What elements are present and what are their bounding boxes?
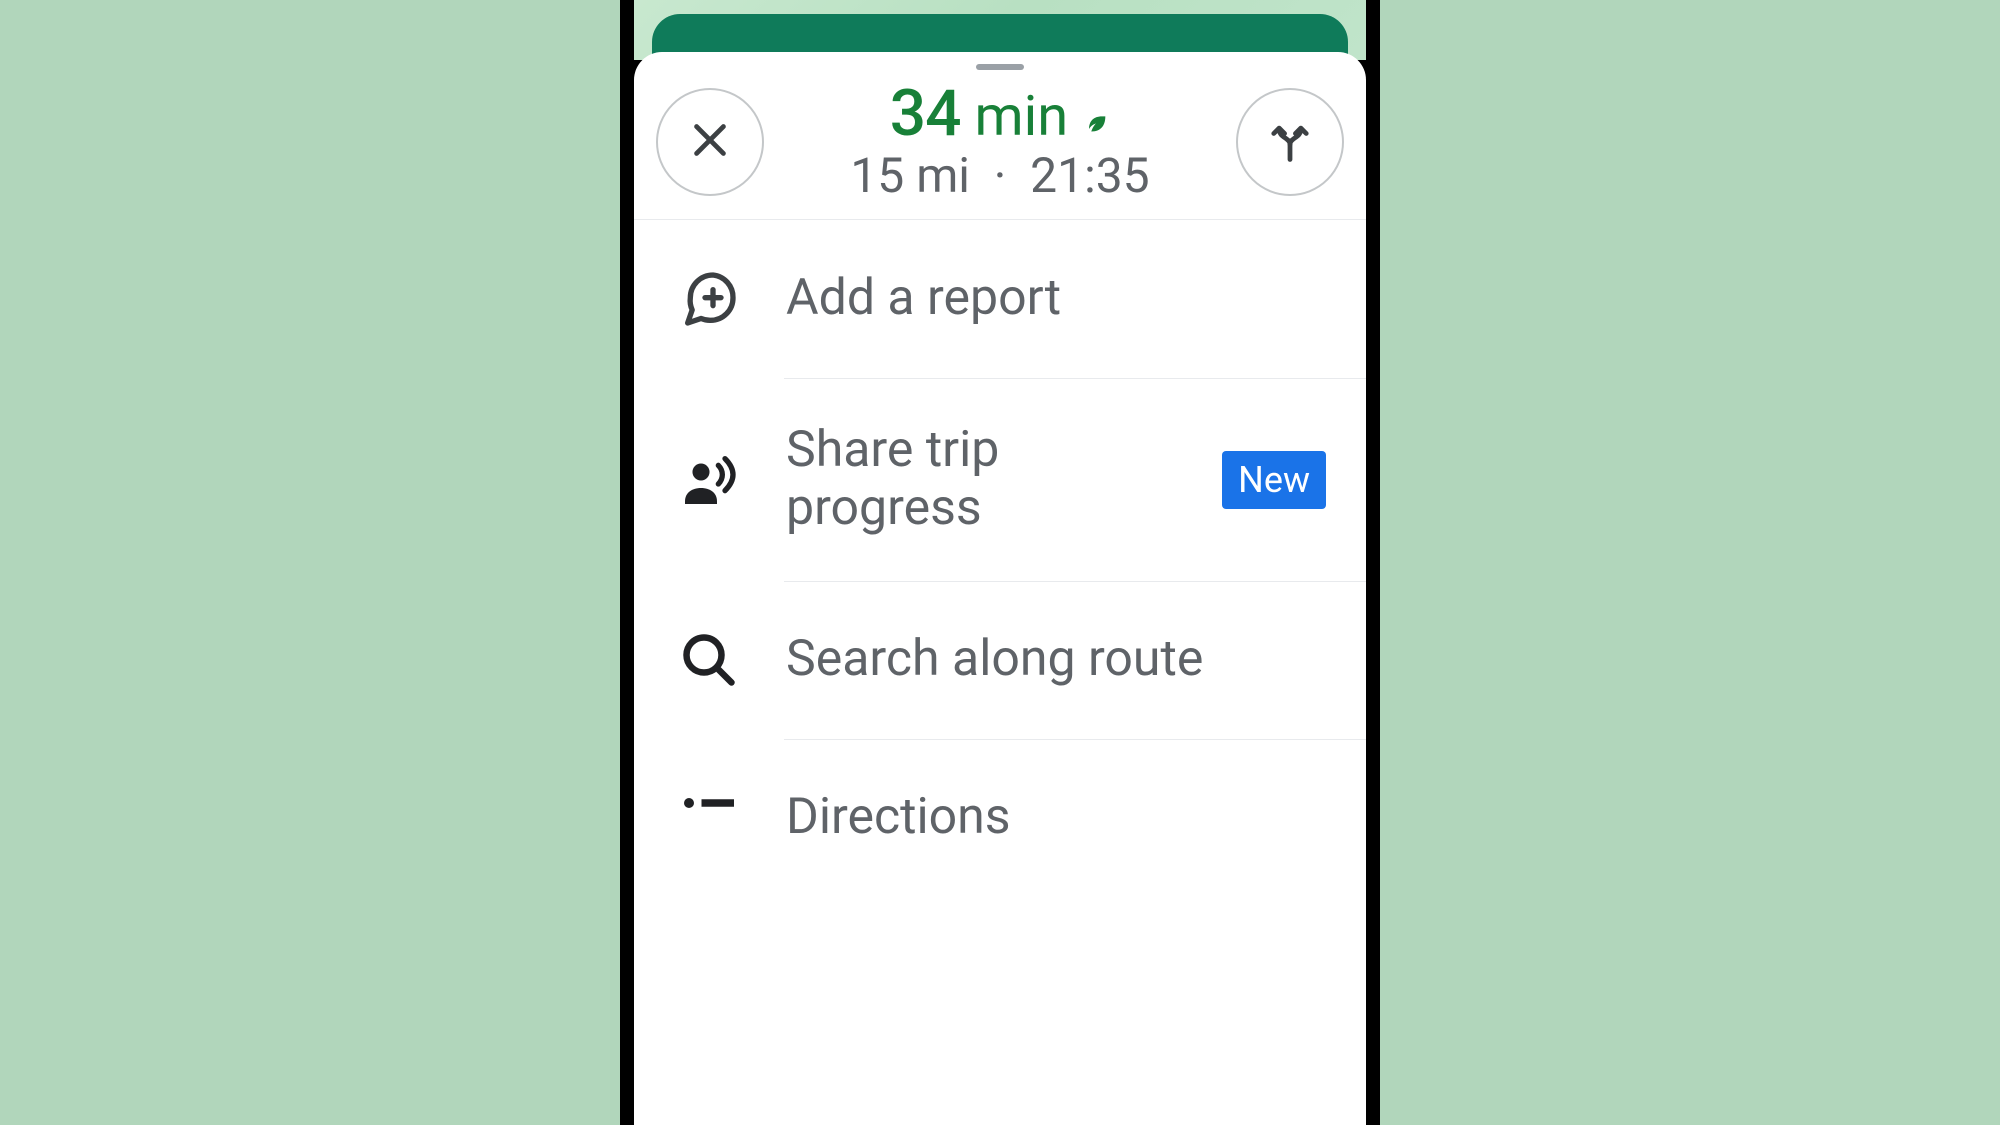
new-badge: New [1222,451,1326,509]
menu-item-search-along[interactable]: Search along route [634,581,1366,739]
eta-unit: min [975,83,1069,149]
route-fork-icon [1264,114,1316,170]
menu-item-add-report[interactable]: Add a report [634,220,1366,378]
menu-label: Search along route [786,631,1326,689]
routes-button[interactable] [1236,88,1344,196]
eta-line: 34 min [890,76,1110,151]
menu-label: Add a report [786,270,1326,328]
close-icon [687,117,733,167]
menu-label: Share trip progress [786,422,1180,537]
share-trip-icon [674,445,744,515]
leaf-icon [1082,107,1110,135]
separator: · [994,147,1007,204]
trip-menu: Add a report Share trip progress New [634,220,1366,853]
menu-label: Directions [786,789,1326,847]
arrival-time: 21:35 [1030,147,1150,204]
search-icon [674,625,744,695]
menu-item-directions[interactable]: Directions [634,739,1366,853]
eta-value: 34 [890,76,961,151]
close-button[interactable] [656,88,764,196]
bottom-sheet: 34 min 15 mi · 21:35 [634,52,1366,1125]
menu-item-share-trip[interactable]: Share trip progress New [634,378,1366,581]
distance: 15 mi [850,147,970,204]
phone-frame: 34 min 15 mi · 21:35 [620,0,1380,1125]
trip-stats: 15 mi · 21:35 [850,147,1149,204]
directions-list-icon [674,783,744,853]
add-report-icon [674,264,744,334]
trip-header: 34 min 15 mi · 21:35 [634,70,1366,220]
